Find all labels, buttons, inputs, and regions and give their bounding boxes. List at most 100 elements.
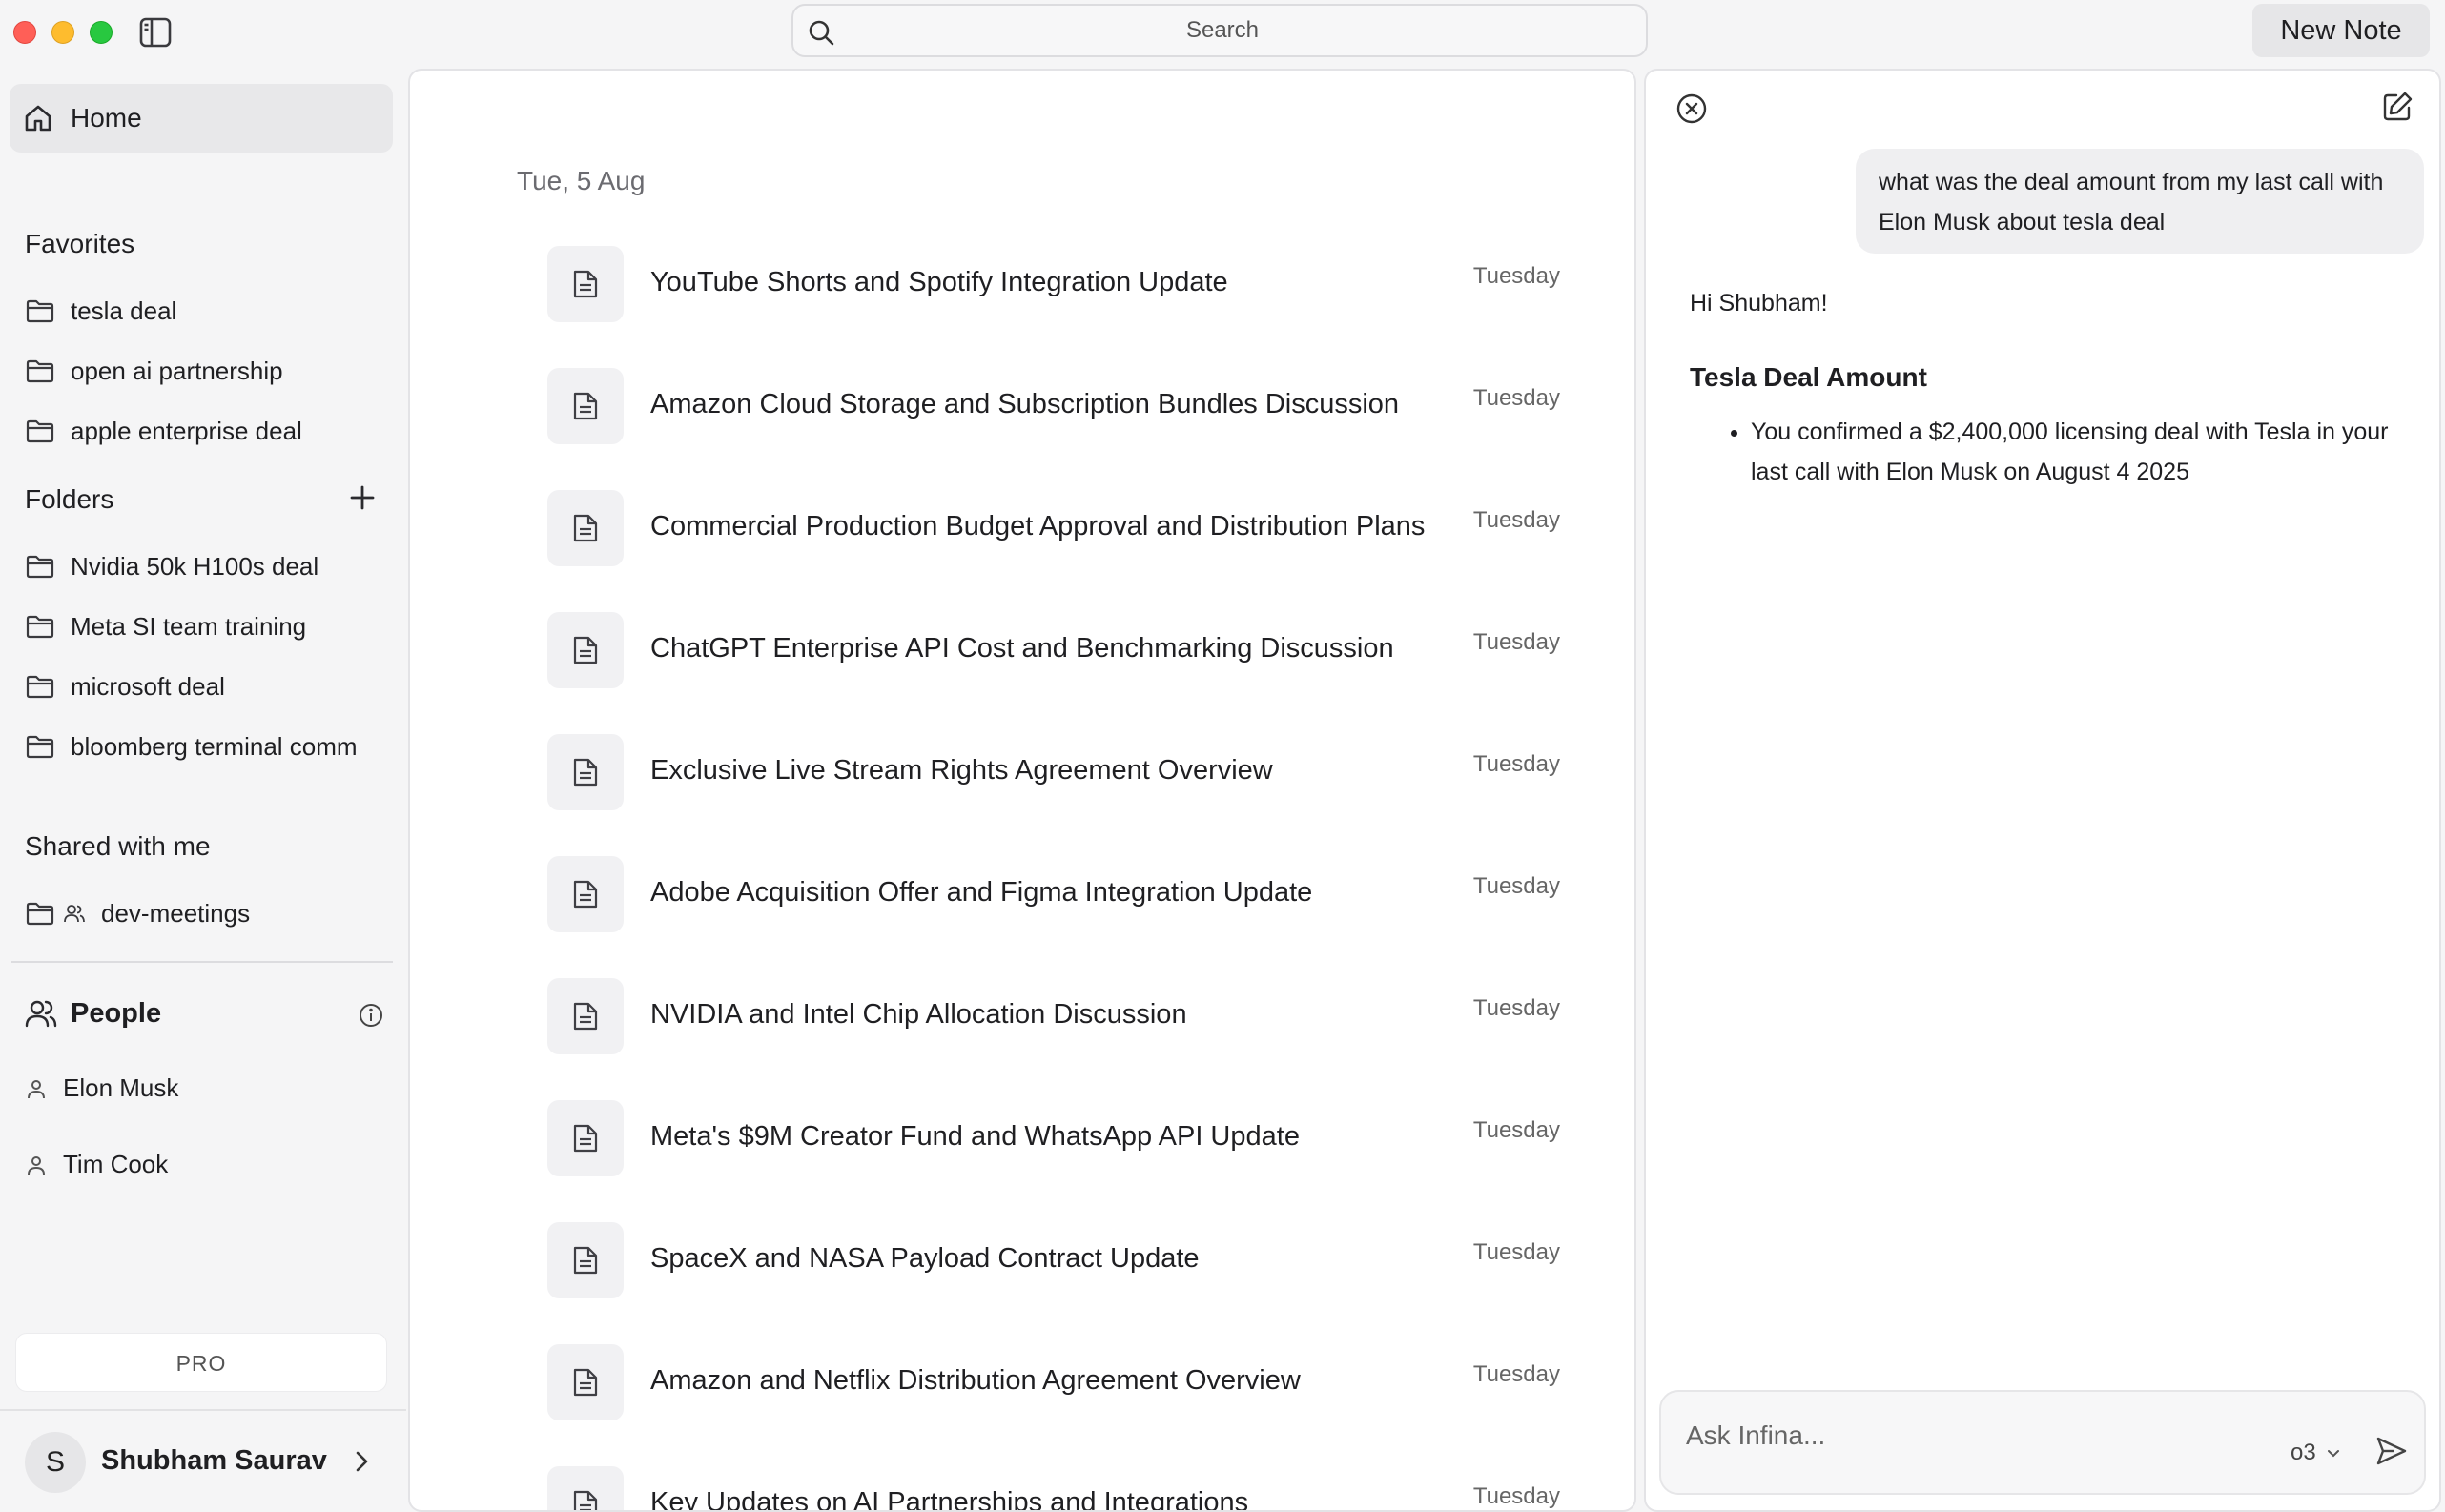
note-title: Adobe Acquisition Offer and Figma Integr… — [650, 877, 1313, 908]
send-icon[interactable] — [2374, 1434, 2409, 1468]
shared-folder-label: dev-meetings — [101, 898, 251, 928]
people-shared-icon — [63, 902, 86, 925]
shared-title: Shared with me — [25, 831, 211, 861]
new-chat-edit-icon[interactable] — [2380, 90, 2414, 124]
model-selector[interactable]: o3 — [2291, 1440, 2343, 1466]
window-minimize-button[interactable] — [51, 21, 74, 44]
sidebar-toggle-icon[interactable] — [139, 17, 172, 48]
people-title-label: People — [71, 997, 162, 1029]
favorite-item[interactable]: tesla deal — [25, 292, 176, 330]
note-item[interactable]: SpaceX and NASA Payload Contract Update T… — [547, 1222, 1577, 1298]
note-title: Commercial Production Budget Approval an… — [650, 511, 1426, 541]
model-name: o3 — [2291, 1440, 2316, 1465]
pro-badge[interactable]: PRO — [15, 1333, 387, 1392]
note-day: Tuesday — [1472, 385, 1560, 411]
note-item[interactable]: ChatGPT Enterprise API Cost and Benchmar… — [547, 612, 1577, 688]
info-icon[interactable] — [359, 1003, 383, 1028]
window-zoom-button[interactable] — [90, 21, 113, 44]
person-icon — [25, 1077, 48, 1100]
folder-icon — [25, 551, 55, 582]
document-icon — [547, 734, 624, 810]
people-section-title: People — [25, 997, 161, 1030]
search-icon — [807, 18, 835, 47]
title-bar: New Note — [0, 0, 2445, 63]
person-item[interactable]: Tim Cook — [25, 1150, 168, 1179]
assistant-greeting: Hi Shubham! — [1690, 290, 1828, 317]
note-day: Tuesday — [1472, 751, 1560, 777]
new-note-button[interactable]: New Note — [2252, 4, 2430, 57]
note-title: YouTube Shorts and Spotify Integration U… — [650, 267, 1228, 297]
folder-item[interactable]: microsoft deal — [25, 667, 225, 705]
note-item[interactable]: Amazon Cloud Storage and Subscription Bu… — [547, 368, 1577, 444]
person-name: Tim Cook — [63, 1150, 169, 1178]
document-icon — [547, 1344, 624, 1420]
note-item[interactable]: Adobe Acquisition Offer and Figma Integr… — [547, 856, 1577, 932]
folder-icon — [25, 898, 55, 929]
sidebar: Home Favorites tesla deal open ai partne… — [0, 63, 406, 1512]
note-title: Exclusive Live Stream Rights Agreement O… — [650, 755, 1273, 786]
folder-label: Nvidia 50k H100s deal — [71, 551, 319, 581]
document-icon — [547, 368, 624, 444]
sidebar-item-label: Home — [71, 103, 142, 133]
people-icon — [25, 997, 57, 1030]
document-icon — [547, 246, 624, 322]
document-icon — [547, 1222, 624, 1298]
folder-item[interactable]: Nvidia 50k H100s deal — [25, 547, 318, 585]
folder-icon — [25, 671, 55, 702]
note-item[interactable]: Meta's $9M Creator Fund and WhatsApp API… — [547, 1100, 1577, 1176]
note-item[interactable]: YouTube Shorts and Spotify Integration U… — [547, 246, 1577, 322]
search-bar[interactable] — [791, 4, 1648, 57]
favorites-title: Favorites — [25, 229, 135, 258]
note-item[interactable]: Exclusive Live Stream Rights Agreement O… — [547, 734, 1577, 810]
notes-list-panel: Tue, 5 Aug YouTube Shorts and Spotify In… — [408, 69, 1636, 1512]
search-input[interactable] — [841, 13, 1604, 48]
note-day: Tuesday — [1472, 507, 1560, 533]
note-day: Tuesday — [1472, 1117, 1560, 1143]
folders-title: Folders — [25, 484, 114, 514]
document-icon — [547, 1100, 624, 1176]
user-name: Shubham Saurav — [101, 1445, 327, 1476]
folder-icon — [25, 731, 55, 762]
folder-icon — [25, 416, 55, 446]
close-circle-icon[interactable] — [1675, 92, 1709, 126]
note-item[interactable]: NVIDIA and Intel Chip Allocation Discuss… — [547, 978, 1577, 1054]
sidebar-divider — [11, 961, 393, 963]
favorite-label: tesla deal — [71, 296, 177, 325]
favorite-item[interactable]: open ai partnership — [25, 352, 283, 390]
person-icon — [25, 1154, 48, 1176]
note-title: ChatGPT Enterprise API Cost and Benchmar… — [650, 633, 1394, 664]
chat-panel: what was the deal amount from my last ca… — [1644, 69, 2441, 1512]
folder-label: microsoft deal — [71, 671, 225, 701]
document-icon — [547, 978, 624, 1054]
document-icon — [547, 1466, 624, 1510]
user-account-row[interactable]: S Shubham Saurav — [0, 1409, 406, 1512]
assistant-answer-bullet: You confirmed a $2,400,000 licensing dea… — [1751, 412, 2414, 492]
chat-input-box[interactable]: o3 — [1659, 1390, 2426, 1495]
user-message-bubble: what was the deal amount from my last ca… — [1856, 149, 2424, 254]
chat-input[interactable] — [1684, 1417, 2256, 1455]
folder-icon — [25, 296, 55, 326]
note-item[interactable]: Commercial Production Budget Approval an… — [547, 490, 1577, 566]
document-icon — [547, 856, 624, 932]
favorite-label: open ai partnership — [71, 356, 283, 385]
folder-icon — [25, 611, 55, 642]
folder-item[interactable]: Meta SI team training — [25, 607, 306, 645]
folder-item[interactable]: bloomberg terminal comm — [25, 727, 358, 766]
window-close-button[interactable] — [13, 21, 36, 44]
note-item[interactable]: Amazon and Netflix Distribution Agreemen… — [547, 1344, 1577, 1420]
note-day: Tuesday — [1472, 629, 1560, 655]
assistant-answer-heading: Tesla Deal Amount — [1690, 362, 1927, 392]
note-day: Tuesday — [1472, 263, 1560, 289]
favorite-item[interactable]: apple enterprise deal — [25, 412, 302, 450]
person-item[interactable]: Elon Musk — [25, 1073, 178, 1103]
note-item[interactable]: Key Updates on AI Partnerships and Integ… — [547, 1466, 1577, 1510]
note-title: Meta's $9M Creator Fund and WhatsApp API… — [650, 1121, 1300, 1152]
document-icon — [547, 612, 624, 688]
add-folder-icon[interactable] — [347, 482, 378, 513]
shared-folder-item[interactable]: dev-meetings — [25, 894, 250, 932]
note-title: SpaceX and NASA Payload Contract Update — [650, 1243, 1200, 1274]
person-name: Elon Musk — [63, 1073, 179, 1102]
note-day: Tuesday — [1472, 1361, 1560, 1387]
sidebar-item-home[interactable]: Home — [10, 84, 393, 153]
favorite-label: apple enterprise deal — [71, 416, 302, 445]
